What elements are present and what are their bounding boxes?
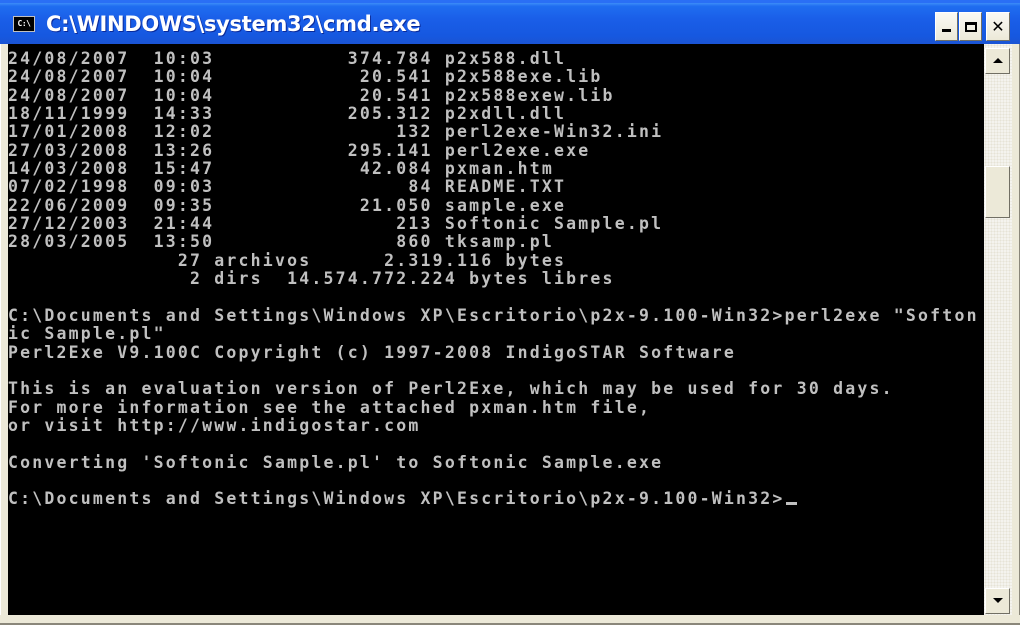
console-line: Perl2Exe V9.100C Copyright (c) 1997-2008… bbox=[8, 342, 737, 362]
cmd-window: C:\ C:\WINDOWS\system32\cmd.exe ✕ 24/08/… bbox=[0, 0, 1020, 625]
close-button[interactable]: ✕ bbox=[986, 12, 1010, 41]
console-text: 24/08/2007 10:03 374.784 p2x588.dll 24/08… bbox=[8, 49, 979, 509]
console-line: This is an evaluation version of Perl2Ex… bbox=[8, 379, 894, 399]
maximize-icon bbox=[964, 21, 977, 32]
console-line: 24/08/2007 10:04 20.541 p2x588exe.lib bbox=[8, 67, 603, 87]
console-line: 17/01/2008 12:02 132 perl2exe-Win32.ini bbox=[8, 122, 664, 142]
console-line: 27/12/2003 21:44 213 Softonic Sample.pl bbox=[8, 214, 664, 234]
console-line: 2 dirs 14.574.772.224 bytes libres bbox=[8, 269, 615, 289]
close-icon: ✕ bbox=[991, 17, 1005, 36]
window-frame-bottom bbox=[0, 615, 1020, 625]
console-output[interactable]: 24/08/2007 10:03 374.784 p2x588.dll 24/08… bbox=[8, 44, 984, 615]
console-line: ic Sample.pl" bbox=[8, 324, 166, 344]
console-line: For more information see the attached px… bbox=[8, 397, 652, 417]
scroll-up-button[interactable] bbox=[985, 48, 1010, 74]
console-line: Converting 'Softonic Sample.pl' to Softo… bbox=[8, 452, 664, 472]
scroll-down-arrow-icon bbox=[993, 598, 1003, 603]
console-line: 07/02/1998 09:03 84 README.TXT bbox=[8, 177, 567, 197]
console-line: or visit http://www.indigostar.com bbox=[8, 415, 421, 435]
console-line: 27/03/2008 13:26 295.141 perl2exe.exe bbox=[8, 140, 591, 160]
window-frame-right bbox=[1012, 44, 1020, 625]
window-title: C:\WINDOWS\system32\cmd.exe bbox=[46, 12, 421, 36]
console-line: C:\Documents and Settings\Windows XP\Esc… bbox=[8, 305, 979, 325]
console-line: 24/08/2007 10:03 374.784 p2x588.dll bbox=[8, 49, 567, 68]
title-bar[interactable]: C:\ C:\WINDOWS\system32\cmd.exe ✕ bbox=[0, 0, 1020, 44]
console-line: 22/06/2009 09:35 21.050 sample.exe bbox=[8, 195, 567, 215]
scroll-up-arrow-icon bbox=[993, 58, 1003, 63]
console-line: 18/11/1999 14:33 205.312 p2xdll.dll bbox=[8, 104, 567, 124]
window-frame-left bbox=[0, 44, 8, 625]
vertical-scrollbar[interactable] bbox=[984, 44, 1012, 615]
text-cursor bbox=[785, 502, 797, 506]
cmd-icon[interactable]: C:\ bbox=[13, 16, 35, 32]
console-line: 14/03/2008 15:47 42.084 pxman.htm bbox=[8, 159, 555, 179]
console-line: 24/08/2007 10:04 20.541 p2x588exew.lib bbox=[8, 85, 615, 105]
console-line: 27 archivos 2.319.116 bytes bbox=[8, 250, 567, 270]
maximize-button[interactable] bbox=[959, 12, 982, 41]
command-prompt-line: C:\Documents and Settings\Windows XP\Esc… bbox=[8, 489, 979, 508]
console-line: 28/03/2005 13:50 860 tksamp.pl bbox=[8, 232, 555, 252]
scrollbar-thumb[interactable] bbox=[985, 166, 1010, 219]
scroll-down-button[interactable] bbox=[985, 588, 1010, 614]
minimize-button[interactable] bbox=[935, 12, 958, 41]
minimize-icon bbox=[942, 29, 951, 32]
